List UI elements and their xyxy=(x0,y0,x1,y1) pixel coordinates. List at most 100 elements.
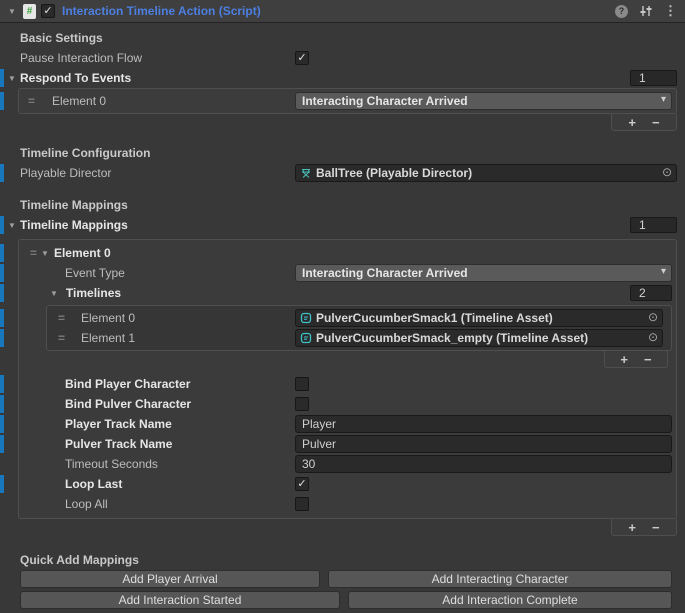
event-type-row: Event Type Interacting Character Arrived… xyxy=(22,263,673,283)
add-element-button[interactable]: + xyxy=(620,352,628,367)
pulver-track-name-label: Pulver Track Name xyxy=(22,437,172,451)
remove-element-button[interactable]: − xyxy=(652,115,660,130)
add-player-arrival-button[interactable]: Add Player Arrival xyxy=(20,570,320,588)
loop-all-checkbox[interactable] xyxy=(295,497,309,511)
pulver-track-name-row: Pulver Track Name Pulver xyxy=(22,434,673,454)
foldout-icon[interactable]: ▼ xyxy=(8,74,16,83)
drag-handle-icon[interactable]: = xyxy=(58,311,65,325)
section-label: Basic Settings xyxy=(0,31,103,45)
add-interaction-complete-button[interactable]: Add Interaction Complete xyxy=(348,591,672,609)
drag-handle-icon[interactable]: = xyxy=(30,246,37,260)
element-label: Element 1 xyxy=(81,331,135,345)
respond-event-dropdown[interactable]: Interacting Character Arrived ▾ xyxy=(295,92,672,110)
player-track-name-row: Player Track Name Player xyxy=(22,414,673,434)
respond-to-events-size-field[interactable]: 1 xyxy=(630,70,677,86)
timeline-mappings-group: = ▼ Element 0 Event Type Interacting Cha… xyxy=(18,239,677,519)
timeline-configuration-header: Timeline Configuration xyxy=(0,143,685,163)
timeline-mappings-footer: + − xyxy=(611,519,677,536)
loop-last-checkbox[interactable]: ✓ xyxy=(295,477,309,491)
foldout-icon[interactable]: ▼ xyxy=(41,249,49,258)
foldout-icon[interactable]: ▼ xyxy=(50,289,58,298)
timeout-seconds-label: Timeout Seconds xyxy=(22,457,158,471)
component-enabled-checkbox[interactable]: ✓ xyxy=(41,4,55,18)
add-interaction-started-button[interactable]: Add Interaction Started xyxy=(20,591,340,609)
playable-director-icon xyxy=(300,167,312,179)
respond-element-row: = Element 0 Interacting Character Arrive… xyxy=(22,91,673,111)
section-label: Quick Add Mappings xyxy=(0,553,139,567)
section-label: Timeline Configuration xyxy=(0,146,150,160)
timeline-asset-icon xyxy=(300,332,312,344)
timeline-mappings-section-header: Timeline Mappings xyxy=(0,195,685,215)
add-interacting-character-button[interactable]: Add Interacting Character xyxy=(328,570,672,588)
dropdown-value: Interacting Character Arrived xyxy=(302,94,468,108)
timeline-mappings-size-field[interactable]: 1 xyxy=(630,217,677,233)
add-element-button[interactable]: + xyxy=(628,520,636,535)
timeline-asset-icon xyxy=(300,312,312,324)
remove-element-button[interactable]: − xyxy=(644,352,652,367)
loop-all-row: Loop All xyxy=(22,494,673,514)
playable-director-label: Playable Director xyxy=(0,166,111,180)
timeline-mappings-label: Timeline Mappings xyxy=(0,218,128,232)
dropdown-value: Interacting Character Arrived xyxy=(302,266,468,280)
player-track-name-label: Player Track Name xyxy=(22,417,172,431)
mapping-element-header-row: = ▼ Element 0 xyxy=(22,243,673,263)
chevron-down-icon: ▾ xyxy=(661,266,666,277)
timeline-asset-field[interactable]: PulverCucumberSmack1 (Timeline Asset) ⊙ xyxy=(295,309,663,327)
basic-settings-header: Basic Settings xyxy=(0,28,685,48)
playable-director-field[interactable]: BallTree (Playable Director) ⊙ xyxy=(295,164,677,182)
timeout-seconds-input[interactable]: 30 xyxy=(295,455,672,473)
loop-last-label: Loop Last xyxy=(22,477,122,491)
remove-element-button[interactable]: − xyxy=(652,520,660,535)
object-field-value: PulverCucumberSmack_empty (Timeline Asse… xyxy=(316,331,588,345)
component-title: Interaction Timeline Action (Script) xyxy=(62,4,261,18)
drag-handle-icon[interactable]: = xyxy=(58,331,65,345)
loop-all-label: Loop All xyxy=(22,497,108,511)
timeline-element-row: = Element 0 PulverCucumberSmack1 (Timeli… xyxy=(50,308,668,328)
timelines-row: ▼ Timelines 2 xyxy=(22,283,673,303)
pause-interaction-flow-label: Pause Interaction Flow xyxy=(0,51,142,65)
kebab-menu-icon[interactable]: ⋮ xyxy=(664,3,677,19)
respond-to-events-label: Respond To Events xyxy=(0,71,131,85)
event-type-label: Event Type xyxy=(22,266,125,280)
playable-director-row: Playable Director BallTree (Playable Dir… xyxy=(0,163,685,183)
object-picker-icon[interactable]: ⊙ xyxy=(648,330,658,344)
component-header: ▼ # ✓ Interaction Timeline Action (Scrip… xyxy=(0,0,685,23)
inspector-panel: ▼ # ✓ Interaction Timeline Action (Scrip… xyxy=(0,0,685,613)
component-foldout-icon[interactable]: ▼ xyxy=(6,7,18,16)
element-label: Element 0 xyxy=(81,311,135,325)
timeline-mappings-foldout-row: ▼ Timeline Mappings 1 xyxy=(0,215,685,235)
pulver-track-name-input[interactable]: Pulver xyxy=(295,435,672,453)
respond-list-footer: + − xyxy=(611,114,677,131)
mapping-element-label: Element 0 xyxy=(54,246,111,260)
bind-pulver-character-checkbox[interactable] xyxy=(295,397,309,411)
element-label: Element 0 xyxy=(52,94,106,108)
object-field-value: BallTree (Playable Director) xyxy=(316,166,472,180)
bind-player-character-row: Bind Player Character xyxy=(22,374,673,394)
timelines-label: Timelines xyxy=(66,286,121,300)
object-picker-icon[interactable]: ⊙ xyxy=(648,310,658,324)
object-picker-icon[interactable]: ⊙ xyxy=(662,165,672,179)
loop-last-row: Loop Last ✓ xyxy=(22,474,673,494)
timelines-list-footer: + − xyxy=(604,351,668,368)
presets-icon[interactable] xyxy=(639,4,653,18)
respond-to-events-list: = Element 0 Interacting Character Arrive… xyxy=(18,88,677,114)
object-field-value: PulverCucumberSmack1 (Timeline Asset) xyxy=(316,311,553,325)
chevron-down-icon: ▾ xyxy=(661,94,666,105)
help-icon[interactable]: ? xyxy=(615,5,628,18)
pause-interaction-flow-row: Pause Interaction Flow ✓ xyxy=(0,48,685,68)
foldout-icon[interactable]: ▼ xyxy=(8,221,16,230)
respond-to-events-row: ▼ Respond To Events 1 xyxy=(0,68,685,88)
timeline-element-row: = Element 1 PulverCucumberSmack_empty (T… xyxy=(50,328,668,348)
timeout-seconds-row: Timeout Seconds 30 xyxy=(22,454,673,474)
add-element-button[interactable]: + xyxy=(628,115,636,130)
bind-player-character-checkbox[interactable] xyxy=(295,377,309,391)
timelines-size-field[interactable]: 2 xyxy=(630,285,672,301)
timeline-asset-field[interactable]: PulverCucumberSmack_empty (Timeline Asse… xyxy=(295,329,663,347)
event-type-dropdown[interactable]: Interacting Character Arrived ▾ xyxy=(295,264,672,282)
drag-handle-icon[interactable]: = xyxy=(28,94,35,108)
pause-interaction-flow-checkbox[interactable]: ✓ xyxy=(295,51,309,65)
bind-pulver-character-row: Bind Pulver Character xyxy=(22,394,673,414)
player-track-name-input[interactable]: Player xyxy=(295,415,672,433)
quick-add-mappings-header: Quick Add Mappings xyxy=(0,550,685,570)
bind-pulver-character-label: Bind Pulver Character xyxy=(22,397,191,411)
